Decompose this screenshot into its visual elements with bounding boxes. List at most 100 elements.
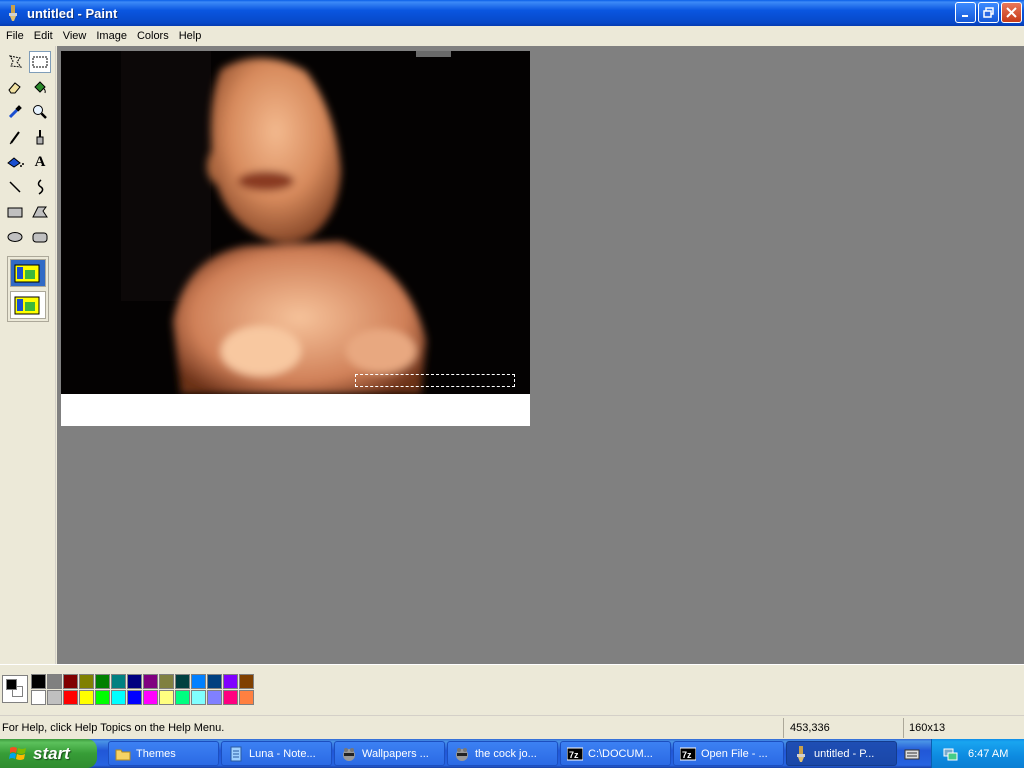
- tool-line[interactable]: [4, 176, 26, 198]
- close-button[interactable]: [1001, 2, 1022, 23]
- color-swatch[interactable]: [159, 674, 174, 689]
- status-help-text: For Help, click Help Topics on the Help …: [2, 722, 225, 734]
- tool-fill[interactable]: [29, 76, 51, 98]
- polygon-icon: [32, 206, 48, 218]
- status-selection-size: 160x13: [903, 718, 1021, 738]
- title-bar: untitled - Paint: [0, 0, 1024, 26]
- color-swatch[interactable]: [127, 690, 142, 705]
- tool-rectangle[interactable]: [4, 201, 26, 223]
- task-7zip-documents[interactable]: 7z C:\DOCUM...: [560, 741, 671, 766]
- color-swatch[interactable]: [143, 674, 158, 689]
- pasted-photo: [61, 51, 530, 394]
- transparent-selection-option[interactable]: [10, 291, 46, 319]
- color-swatch[interactable]: [31, 674, 46, 689]
- tool-magnifier[interactable]: [29, 101, 51, 123]
- menu-view[interactable]: View: [58, 30, 92, 42]
- color-swatch[interactable]: [47, 690, 62, 705]
- color-swatch[interactable]: [191, 674, 206, 689]
- menu-edit[interactable]: Edit: [29, 30, 58, 42]
- task-wallpapers[interactable]: Wallpapers ...: [334, 741, 445, 766]
- tool-pick-color[interactable]: [4, 101, 26, 123]
- color-swatch[interactable]: [95, 674, 110, 689]
- menu-colors[interactable]: Colors: [132, 30, 174, 42]
- menu-help[interactable]: Help: [174, 30, 207, 42]
- current-colors-indicator[interactable]: [2, 675, 28, 703]
- task-notepad[interactable]: Luna - Note...: [221, 741, 332, 766]
- tool-text[interactable]: A: [29, 151, 51, 173]
- svg-text:7z: 7z: [682, 750, 692, 760]
- paint-app-icon: [793, 745, 809, 762]
- text-icon: A: [34, 153, 46, 170]
- color-swatch[interactable]: [143, 690, 158, 705]
- tool-pencil[interactable]: [4, 126, 26, 148]
- color-swatch[interactable]: [159, 690, 174, 705]
- menu-bar: File Edit View Image Colors Help: [0, 26, 1024, 46]
- task-paint[interactable]: untitled - P...: [786, 741, 897, 766]
- opaque-selection-option[interactable]: [10, 259, 46, 287]
- restore-icon: [983, 7, 994, 18]
- pencil-icon: [9, 131, 20, 145]
- 7zip-icon: 7z: [680, 746, 696, 762]
- color-palette: [0, 664, 1024, 714]
- tool-airbrush[interactable]: [4, 151, 26, 173]
- color-swatch[interactable]: [223, 690, 238, 705]
- task-7zip-open-file[interactable]: 7z Open File - ...: [673, 741, 784, 766]
- color-swatch[interactable]: [223, 674, 238, 689]
- color-swatch[interactable]: [111, 674, 126, 689]
- color-swatch[interactable]: [175, 674, 190, 689]
- color-swatch[interactable]: [95, 690, 110, 705]
- color-swatch[interactable]: [175, 690, 190, 705]
- minimize-button[interactable]: [955, 2, 976, 23]
- menu-file[interactable]: File: [1, 30, 29, 42]
- tool-polygon[interactable]: [29, 201, 51, 223]
- canvas-workspace: [57, 46, 1024, 664]
- paint-app-icon[interactable]: [5, 5, 21, 21]
- ellipse-icon: [7, 232, 23, 242]
- color-swatch[interactable]: [79, 690, 94, 705]
- task-label: untitled - P...: [814, 747, 875, 760]
- color-swatch[interactable]: [63, 674, 78, 689]
- tool-brush[interactable]: [29, 126, 51, 148]
- eraser-icon: [8, 82, 21, 94]
- task-label: Wallpapers ...: [362, 747, 429, 760]
- window-controls: [955, 2, 1022, 23]
- color-swatch[interactable]: [239, 690, 254, 705]
- tool-curve[interactable]: [29, 176, 51, 198]
- task-browser[interactable]: the cock jo...: [447, 741, 558, 766]
- drawing-canvas[interactable]: [61, 51, 530, 426]
- menu-image[interactable]: Image: [91, 30, 132, 42]
- rect-select-icon: [32, 56, 48, 68]
- tool-ellipse[interactable]: [4, 226, 26, 248]
- network-icon[interactable]: [942, 746, 958, 762]
- restore-button[interactable]: [978, 2, 999, 23]
- selection-rectangle[interactable]: [355, 374, 515, 387]
- tool-eraser[interactable]: [4, 76, 26, 98]
- color-swatch[interactable]: [239, 674, 254, 689]
- color-swatch[interactable]: [63, 690, 78, 705]
- task-label: Luna - Note...: [249, 747, 316, 760]
- tool-free-form-select[interactable]: [4, 51, 26, 73]
- keyboard-language-icon[interactable]: [899, 743, 925, 765]
- color-swatch[interactable]: [31, 690, 46, 705]
- windows-logo-icon: [9, 746, 26, 760]
- start-button[interactable]: start: [0, 739, 97, 768]
- start-label: start: [33, 743, 70, 763]
- color-swatch[interactable]: [127, 674, 142, 689]
- color-swatch[interactable]: [207, 674, 222, 689]
- tool-options: [7, 256, 49, 322]
- task-themes[interactable]: Themes: [108, 741, 219, 766]
- color-swatch[interactable]: [47, 674, 62, 689]
- color-swatch[interactable]: [207, 690, 222, 705]
- line-icon: [9, 181, 21, 193]
- tool-select[interactable]: [29, 51, 51, 73]
- clock[interactable]: 6:47 AM: [968, 748, 1008, 760]
- minimize-icon: [961, 14, 968, 17]
- taskbar: start Themes Luna - Note... Wallpapers .…: [0, 739, 1024, 768]
- color-swatch[interactable]: [79, 674, 94, 689]
- color-swatch[interactable]: [191, 690, 206, 705]
- svg-text:7z: 7z: [569, 750, 579, 760]
- color-swatch[interactable]: [111, 690, 126, 705]
- tool-rounded-rectangle[interactable]: [29, 226, 51, 248]
- task-label: Open File - ...: [701, 747, 768, 760]
- rectangle-icon: [7, 207, 23, 218]
